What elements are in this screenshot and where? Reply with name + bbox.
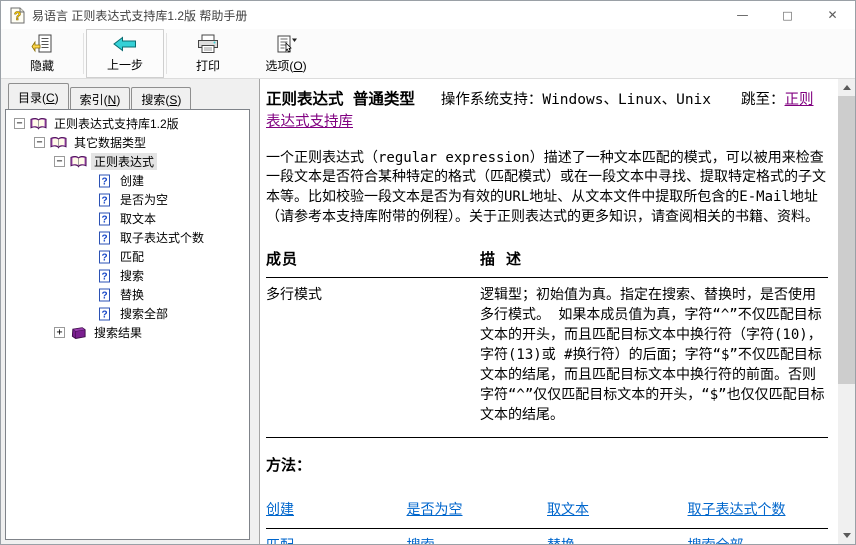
- scroll-up-button[interactable]: [838, 79, 855, 96]
- toolbar: 隐藏 上一步 打印: [1, 29, 855, 79]
- table-row: 创建 是否为空 取文本 取子表达式个数: [266, 493, 828, 528]
- tree-item-search-all[interactable]: ? 搜索全部: [8, 304, 247, 323]
- tree-item-match[interactable]: ? 匹配: [8, 247, 247, 266]
- svg-text:?: ?: [101, 233, 107, 244]
- help-viewer-window: { "window": { "title": "易语言 正则表达式支持库1.2版…: [0, 0, 856, 545]
- tree-item-search-results[interactable]: + 搜索结果: [8, 323, 247, 342]
- members-table: 成员 描 述 多行模式 逻辑型；初始值为真。指定在搜索、替换时，是否使用多行模式…: [266, 247, 828, 438]
- method-link-search[interactable]: 搜索: [407, 538, 435, 544]
- svg-text:?: ?: [101, 290, 107, 301]
- help-topic-icon: ?: [96, 231, 113, 245]
- os-support-text: 操作系统支持：Windows、Linux、Unix: [441, 92, 711, 108]
- method-link-gettext[interactable]: 取文本: [547, 502, 589, 518]
- method-link-search-all[interactable]: 搜索全部: [688, 538, 744, 544]
- collapse-icon[interactable]: −: [14, 118, 25, 129]
- topic-pane: 正则表达式 普通类型操作系统支持：Windows、Linux、Unix跳至：正则…: [259, 79, 855, 544]
- svg-text:?: ?: [14, 9, 21, 23]
- members-header-name: 成员: [266, 247, 480, 278]
- contents-tree: − 正则表达式支持库1.2版 − 其它数据类型 − 正则表达式 ? 创建: [5, 109, 250, 540]
- tree-item-gettext[interactable]: ? 取文本: [8, 209, 247, 228]
- scroll-up-icon: [843, 85, 851, 90]
- member-desc: 逻辑型；初始值为真。指定在搜索、替换时，是否使用多行模式。 如果本成员值为真，字…: [480, 278, 828, 438]
- open-book-icon: [30, 117, 47, 131]
- options-label: 选项(O): [265, 57, 306, 74]
- open-book-icon: [70, 155, 87, 169]
- topic-title: 正则表达式 普通类型: [266, 90, 415, 108]
- svg-text:?: ?: [101, 252, 107, 263]
- help-topic-icon: ?: [96, 212, 113, 226]
- topic-content: 正则表达式 普通类型操作系统支持：Windows、Linux、Unix跳至：正则…: [260, 79, 838, 544]
- print-button[interactable]: 打印: [169, 29, 247, 78]
- help-topic-icon: ?: [96, 269, 113, 283]
- tree-item-isempty[interactable]: ? 是否为空: [8, 190, 247, 209]
- table-row: 多行模式 逻辑型；初始值为真。指定在搜索、替换时，是否使用多行模式。 如果本成员…: [266, 278, 828, 438]
- help-topic-icon: ?: [96, 193, 113, 207]
- maximize-button[interactable]: □: [765, 1, 810, 29]
- minimize-button[interactable]: —: [720, 1, 765, 29]
- expand-icon[interactable]: +: [54, 327, 65, 338]
- jump-label: 跳至：: [741, 92, 785, 108]
- members-header-desc: 描 述: [480, 247, 828, 278]
- printer-icon: [196, 33, 220, 55]
- tree-item-library[interactable]: − 正则表达式支持库1.2版: [8, 114, 247, 133]
- methods-links-table: 创建 是否为空 取文本 取子表达式个数 匹配 搜索 替换 搜索全部: [266, 493, 828, 544]
- window-title: 易语言 正则表达式支持库1.2版 帮助手册: [32, 7, 720, 24]
- closed-book-icon: [70, 326, 87, 340]
- scroll-down-button[interactable]: [838, 527, 855, 544]
- main-area: 目录(C) 索引(N) 搜索(S) − 正则表达式支持库1.2版 − 其它数据类…: [1, 79, 855, 544]
- scrollbar-thumb[interactable]: [838, 96, 855, 384]
- help-file-icon: ?: [9, 7, 26, 24]
- back-button[interactable]: 上一步: [86, 29, 164, 78]
- method-link-replace[interactable]: 替换: [547, 538, 575, 544]
- options-button[interactable]: 选项(O): [247, 29, 325, 78]
- tree-item-regex[interactable]: − 正则表达式: [8, 152, 247, 171]
- back-label: 上一步: [107, 56, 143, 73]
- svg-text:?: ?: [101, 309, 107, 320]
- members-header-row: 成员 描 述: [266, 247, 828, 278]
- hide-icon: [31, 33, 53, 55]
- scroll-down-icon: [843, 533, 851, 538]
- svg-text:?: ?: [101, 271, 107, 282]
- tree-item-subexpr-count[interactable]: ? 取子表达式个数: [8, 228, 247, 247]
- nav-tabs: 目录(C) 索引(N) 搜索(S): [1, 79, 254, 109]
- options-icon: [274, 33, 298, 55]
- help-topic-icon: ?: [96, 307, 113, 321]
- back-arrow-icon: [113, 33, 137, 54]
- navigation-pane: 目录(C) 索引(N) 搜索(S) − 正则表达式支持库1.2版 − 其它数据类…: [1, 79, 254, 544]
- collapse-icon[interactable]: −: [34, 137, 45, 148]
- topic-intro: 一个正则表达式（regular expression）描述了一种文本匹配的模式，…: [266, 149, 828, 229]
- hide-button[interactable]: 隐藏: [3, 29, 81, 78]
- tree-item-search[interactable]: ? 搜索: [8, 266, 247, 285]
- methods-label: 方法：: [266, 455, 828, 476]
- tree-item-create[interactable]: ? 创建: [8, 171, 247, 190]
- collapse-icon[interactable]: −: [54, 156, 65, 167]
- tree-item-replace[interactable]: ? 替换: [8, 285, 247, 304]
- tab-index[interactable]: 索引(N): [70, 87, 131, 109]
- topic-heading: 正则表达式 普通类型操作系统支持：Windows、Linux、Unix跳至：正则…: [266, 88, 828, 134]
- help-topic-icon: ?: [96, 174, 113, 188]
- title-bar: ? 易语言 正则表达式支持库1.2版 帮助手册 — □ ✕: [1, 1, 855, 29]
- svg-text:?: ?: [101, 214, 107, 225]
- hide-label: 隐藏: [30, 57, 54, 74]
- open-book-icon: [50, 136, 67, 150]
- method-link-subexpr-count[interactable]: 取子表达式个数: [688, 502, 786, 518]
- member-name: 多行模式: [266, 278, 480, 438]
- method-link-create[interactable]: 创建: [266, 502, 294, 518]
- help-topic-icon: ?: [96, 288, 113, 302]
- toolbar-separator: [166, 33, 167, 74]
- table-row: 匹配 搜索 替换 搜索全部: [266, 528, 828, 544]
- tab-contents[interactable]: 目录(C): [8, 83, 69, 109]
- method-link-isempty[interactable]: 是否为空: [407, 502, 463, 518]
- tab-search[interactable]: 搜索(S): [131, 87, 191, 109]
- close-button[interactable]: ✕: [810, 1, 855, 29]
- svg-text:?: ?: [101, 176, 107, 187]
- tree-item-other-datatypes[interactable]: − 其它数据类型: [8, 133, 247, 152]
- help-topic-icon: ?: [96, 250, 113, 264]
- svg-text:?: ?: [101, 195, 107, 206]
- vertical-scrollbar[interactable]: [838, 79, 855, 544]
- method-link-match[interactable]: 匹配: [266, 538, 294, 544]
- toolbar-separator: [83, 33, 84, 74]
- print-label: 打印: [196, 57, 220, 74]
